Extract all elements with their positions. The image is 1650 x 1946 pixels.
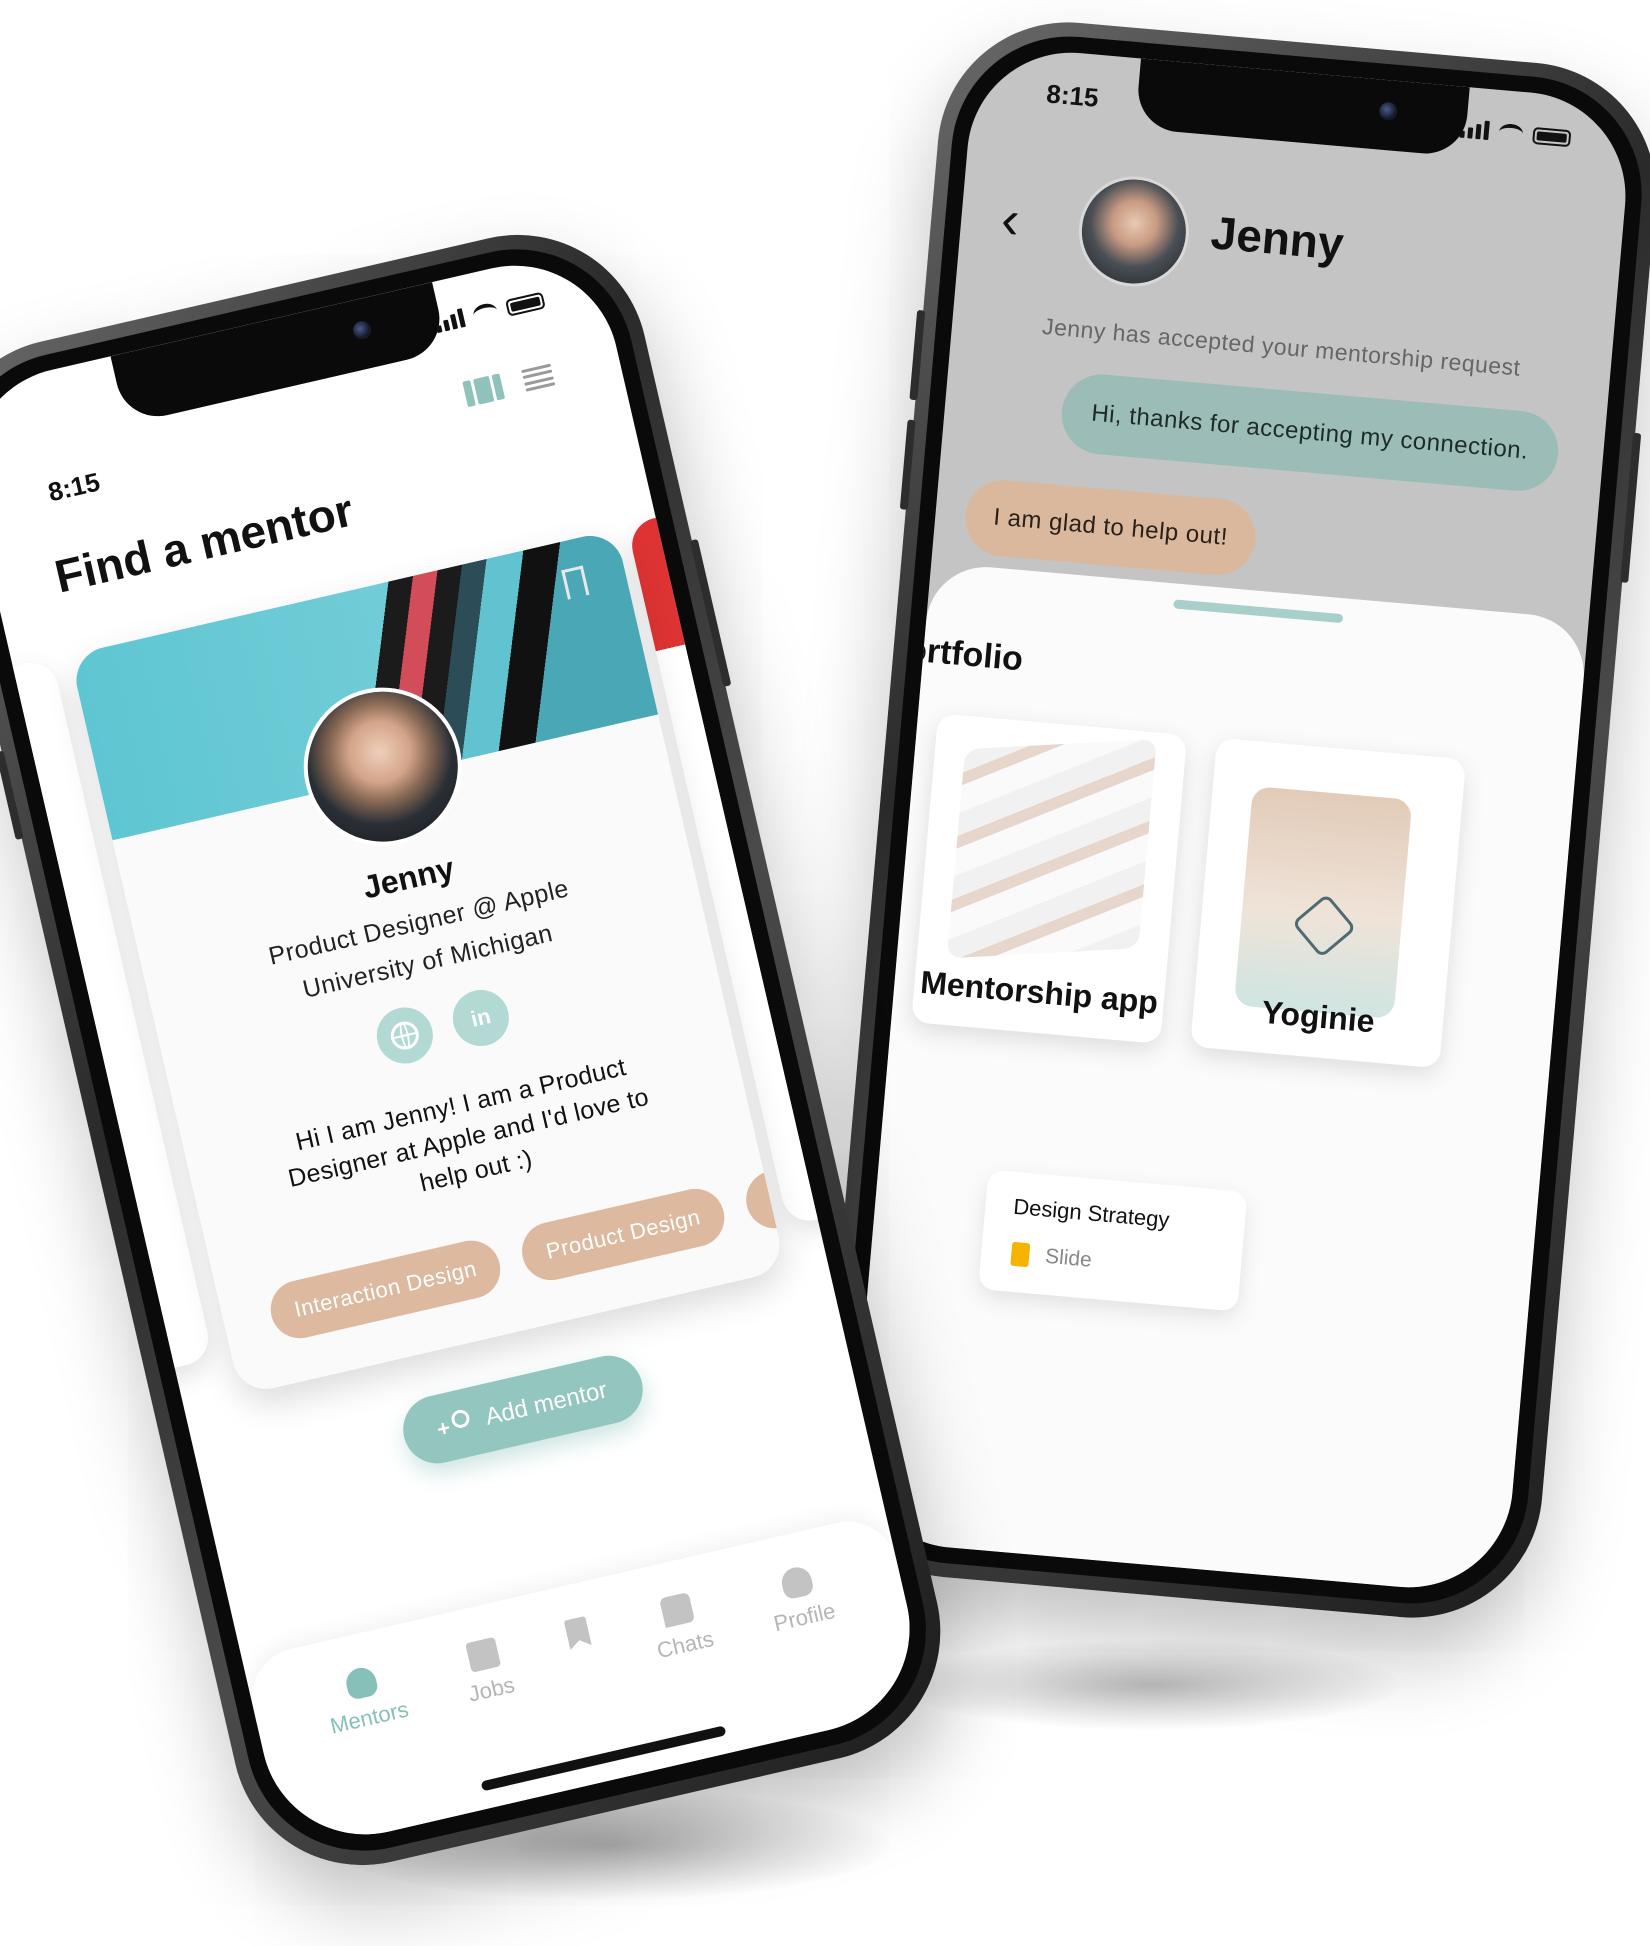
signal-icon: [1459, 119, 1490, 141]
find-mentor-screen: 8:15 Find a mentor Jenny Product Designe…: [0, 244, 931, 1856]
page-title: Find a mentor: [49, 483, 358, 603]
portfolio-card-mentorship[interactable]: Mentorship app: [911, 713, 1188, 1044]
tab-label: Jobs: [466, 1671, 517, 1707]
tab-label: Profile: [771, 1597, 838, 1637]
add-person-icon: [436, 1408, 475, 1443]
briefcase-icon: [465, 1636, 502, 1673]
slides-file-icon: [1010, 1241, 1031, 1268]
camera: [1378, 101, 1399, 121]
website-button[interactable]: [371, 1001, 439, 1070]
list-view-icon[interactable]: [521, 363, 556, 392]
power-button: [689, 538, 732, 687]
chat-phone: 8:15 ‹ Jenny Jenny has accepted your men…: [813, 11, 1650, 1629]
message-received: I am glad to help out!: [962, 477, 1259, 579]
message-sent: Hi, thanks for accepting my connection.: [1058, 371, 1562, 495]
document-title: Design Strategy: [1012, 1193, 1171, 1233]
status-icons: [433, 290, 546, 334]
globe-icon: [388, 1018, 422, 1053]
chat-icon: [659, 1591, 696, 1628]
person-icon: [778, 1564, 815, 1601]
skill-tag[interactable]: Interaction Design: [264, 1234, 507, 1344]
tab-label: Mentors: [327, 1696, 411, 1739]
tab-profile[interactable]: Profile: [763, 1561, 861, 1737]
chat-screen: 8:15 ‹ Jenny Jenny has accepted your men…: [845, 44, 1635, 1596]
linkedin-button[interactable]: in: [447, 984, 515, 1052]
yoginie-logo-icon: [1291, 893, 1357, 959]
sheet-drag-handle[interactable]: [1173, 599, 1344, 624]
skill-tag[interactable]: Product Design: [516, 1183, 730, 1286]
tab-label: Chats: [654, 1625, 717, 1664]
status-time: 8:15: [45, 466, 103, 508]
notch: [110, 282, 448, 425]
linkedin-icon: in: [468, 1003, 494, 1032]
mentor-phone: 8:15 Find a mentor Jenny Product Designe…: [0, 209, 967, 1891]
power-button: [1620, 432, 1642, 583]
back-phone-shadow: [900, 1640, 1400, 1730]
battery-icon: [1532, 126, 1572, 148]
portfolio-card-yoginie[interactable]: Yoginie: [1190, 737, 1467, 1069]
portfolio-sheet: Portfolio Mentorship app Yoginie Design …: [845, 562, 1589, 1596]
add-mentor-label: Add mentor: [482, 1376, 610, 1431]
lightbulb-icon: [343, 1664, 380, 1701]
system-message: Jenny has accepted your mentorship reque…: [1041, 312, 1522, 381]
portfolio-card-label: Mentorship app: [919, 963, 1160, 1021]
view-toggle: [462, 362, 556, 408]
status-icons: [1459, 119, 1572, 148]
volume-down-button: [0, 750, 24, 841]
volume-down-button: [899, 419, 916, 510]
back-chevron-icon[interactable]: ‹: [999, 189, 1022, 250]
notch: [1134, 58, 1470, 157]
status-time: 8:15: [1045, 78, 1100, 113]
portfolio-thumbnail: [1233, 786, 1413, 1020]
portfolio-title: Portfolio: [882, 628, 1025, 679]
wifi-icon: [471, 301, 500, 325]
portfolio-thumbnail: [946, 739, 1157, 959]
chat-contact-name: Jenny: [1208, 206, 1346, 270]
volume-up-button: [909, 309, 926, 401]
battery-icon: [504, 291, 546, 317]
document-type: Slide: [1044, 1244, 1093, 1272]
wifi-icon: [1498, 122, 1524, 144]
avatar[interactable]: [1074, 171, 1194, 292]
add-mentor-button[interactable]: Add mentor: [396, 1348, 650, 1471]
document-card[interactable]: Design Strategy Slide: [978, 1169, 1248, 1312]
card-view-icon[interactable]: [462, 373, 506, 408]
camera: [351, 319, 373, 341]
bottom-tab-bar: Mentors Jobs Chats Profile: [242, 1511, 931, 1856]
bookmark-icon: [564, 1616, 592, 1650]
tab-mentors[interactable]: Mentors: [319, 1659, 434, 1839]
